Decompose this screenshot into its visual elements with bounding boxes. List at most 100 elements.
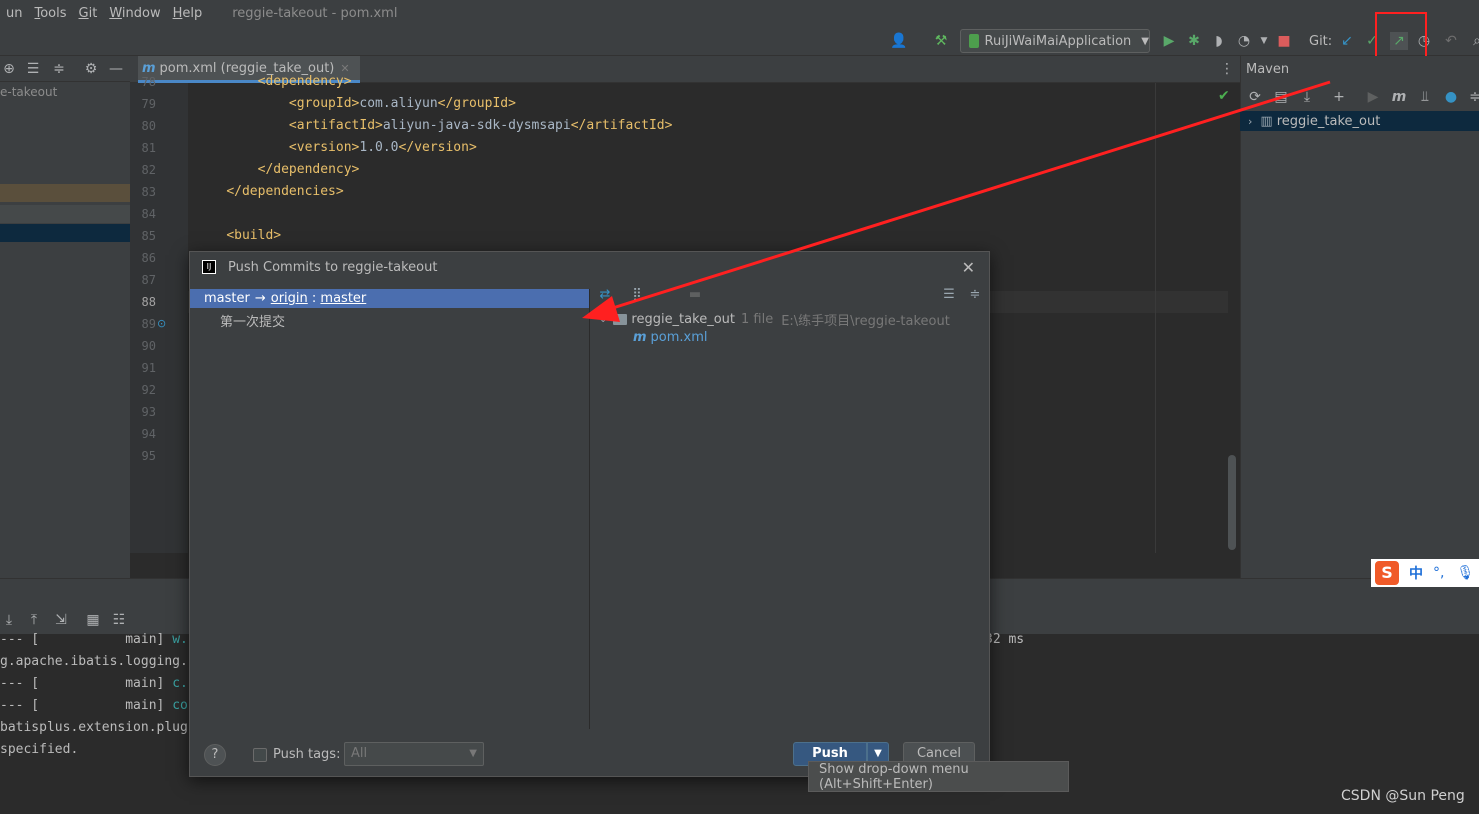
close-icon[interactable]: ✕: [340, 62, 349, 75]
menu-help[interactable]: Help: [167, 6, 209, 21]
reload-icon[interactable]: ⟳: [1246, 88, 1264, 106]
line-number: 91: [141, 361, 156, 375]
maven-title: Maven: [1246, 62, 1290, 77]
menu-run[interactable]: un: [0, 6, 28, 21]
maven-project-label: reggie_take_out: [1276, 113, 1381, 129]
locate-icon[interactable]: ⊕: [0, 60, 18, 78]
ime-language[interactable]: 中: [1409, 563, 1423, 583]
download-icon[interactable]: ⤓: [1298, 88, 1316, 106]
tree-file-node[interactable]: m pom.xml: [633, 330, 708, 345]
tree-path: E:\练手项目\reggie-takeout: [781, 314, 950, 329]
profile-icon[interactable]: ◔: [1235, 32, 1253, 50]
print-icon[interactable]: ▦: [84, 611, 102, 629]
microphone-icon[interactable]: 🎙: [1456, 565, 1474, 581]
collapse-icon[interactable]: ≑: [1466, 88, 1479, 106]
project-root-label[interactable]: e-takeout: [0, 85, 57, 99]
console-line: --- [ main] w.: [0, 632, 188, 647]
group-by-icon[interactable]: ⣿: [629, 286, 645, 302]
menu-window[interactable]: Window: [103, 6, 166, 21]
add-icon[interactable]: +: [1330, 88, 1348, 106]
menu-git[interactable]: Git: [73, 6, 104, 21]
build-hammer-icon[interactable]: ⚒: [932, 32, 950, 50]
more-run-chevron-icon[interactable]: ▼: [1255, 32, 1273, 50]
diff-icon[interactable]: ⇄: [597, 286, 613, 302]
save-icon[interactable]: ▬: [687, 286, 703, 302]
more-options-icon[interactable]: ⋮: [1218, 60, 1236, 78]
maven-project-item[interactable]: › ▥ reggie_take_out: [1240, 111, 1479, 131]
help-button[interactable]: ?: [204, 744, 226, 766]
window-title: reggie-takeout - pom.xml: [232, 5, 398, 21]
collapse-all-icon[interactable]: ≑: [967, 286, 983, 302]
run-config-select[interactable]: RuiJiWaiMaiApplication ▼: [960, 29, 1150, 53]
xml-text: 1.0.0: [359, 140, 399, 155]
editor-scrollbar[interactable]: [1228, 455, 1236, 550]
scroll-to-end-icon[interactable]: ⤓: [0, 611, 18, 629]
up-icon[interactable]: ⤒: [25, 611, 43, 629]
run-icon[interactable]: ▶: [1160, 32, 1178, 50]
folder-icon: [613, 314, 628, 325]
search-everywhere-icon[interactable]: ⌕: [1468, 32, 1479, 50]
changes-toolbar: ⇄ ⣿ ▬ ☰ ≑: [591, 282, 989, 306]
project-row[interactable]: [0, 205, 130, 223]
soft-wrap-icon[interactable]: ⇲: [52, 611, 70, 629]
gear-icon[interactable]: ⚙: [82, 60, 100, 78]
ime-punctuation[interactable]: °,: [1433, 565, 1444, 581]
line-number: 89: [141, 317, 156, 331]
intellij-app-icon: IJ: [202, 260, 216, 274]
project-row-highlight[interactable]: [0, 184, 130, 202]
project-pane: [0, 56, 130, 578]
expand-all-icon[interactable]: ☰: [24, 60, 42, 78]
line-number: 82: [141, 163, 156, 177]
dialog-title-bar[interactable]: IJ Push Commits to reggie-takeout ✕: [190, 252, 989, 282]
debug-icon[interactable]: ✱: [1185, 32, 1203, 50]
console-text: batisplus.extension.plug: [0, 720, 188, 735]
remote-link[interactable]: origin: [271, 291, 308, 306]
chevron-down-icon[interactable]: ⌄: [599, 314, 607, 325]
spring-gutter-icon[interactable]: ⊙: [157, 317, 166, 330]
code-line: <dependency>: [195, 74, 352, 89]
minimize-icon[interactable]: —: [107, 60, 125, 78]
ime-toolbar[interactable]: S 中 °, 🎙: [1371, 559, 1479, 587]
git-update-icon[interactable]: ↙: [1338, 32, 1356, 50]
main-toolbar: 👤 ⚒ RuiJiWaiMaiApplication ▼ ▶ ✱ ◗ ◔ ▼ ■…: [0, 26, 1479, 56]
close-icon[interactable]: ✕: [962, 258, 975, 277]
right-margin-guide: [1155, 83, 1156, 553]
console-line: g.apache.ibatis.logging.: [0, 654, 188, 669]
push-tags-checkbox[interactable]: [253, 748, 267, 762]
console-text: --- [ main]: [0, 676, 173, 691]
console-text: g.apache.ibatis.logging.: [0, 654, 188, 669]
chevron-down-icon: ▼: [1141, 35, 1149, 47]
menu-tools[interactable]: Tools: [28, 6, 72, 21]
layout-icon[interactable]: ☷: [110, 611, 128, 629]
tree-root-node[interactable]: ⌄ reggie_take_out 1 file E:\练手项目\reggie-…: [599, 310, 950, 329]
line-number: 95: [141, 449, 156, 463]
branch-row[interactable]: master → origin : master: [190, 289, 589, 308]
line-number: 84: [141, 207, 156, 221]
push-tags-select[interactable]: All ▼: [344, 742, 484, 766]
expand-all-icon[interactable]: ☰: [941, 286, 957, 302]
no-problems-check-icon[interactable]: ✔: [1218, 88, 1230, 104]
toggle-offline-icon[interactable]: ⫫: [1416, 88, 1434, 106]
commits-pane: master → origin : master 第一次提交: [190, 289, 590, 729]
maven-goal-icon[interactable]: m: [1390, 88, 1408, 106]
xml-open-tag: <build>: [226, 228, 282, 243]
user-icon[interactable]: 👤: [890, 32, 908, 50]
project-row-selected[interactable]: [0, 224, 130, 242]
run-maven-icon[interactable]: ▶: [1364, 88, 1382, 106]
commit-item[interactable]: 第一次提交: [220, 311, 285, 330]
line-number: 93: [141, 405, 156, 419]
stop-icon[interactable]: ■: [1275, 32, 1293, 50]
generate-sources-icon[interactable]: ▤: [1272, 88, 1290, 106]
collapse-all-icon[interactable]: ≑: [50, 60, 68, 78]
coverage-icon[interactable]: ◗: [1210, 32, 1228, 50]
remote-branch-link[interactable]: master: [320, 291, 366, 306]
code-line: </dependency>: [195, 162, 360, 177]
maven-file-icon: m: [142, 60, 156, 76]
branch-arrow: →: [254, 291, 266, 306]
line-number: 92: [141, 383, 156, 397]
git-rollback-icon[interactable]: ↶: [1442, 32, 1460, 50]
skip-tests-icon[interactable]: ●: [1442, 88, 1460, 106]
